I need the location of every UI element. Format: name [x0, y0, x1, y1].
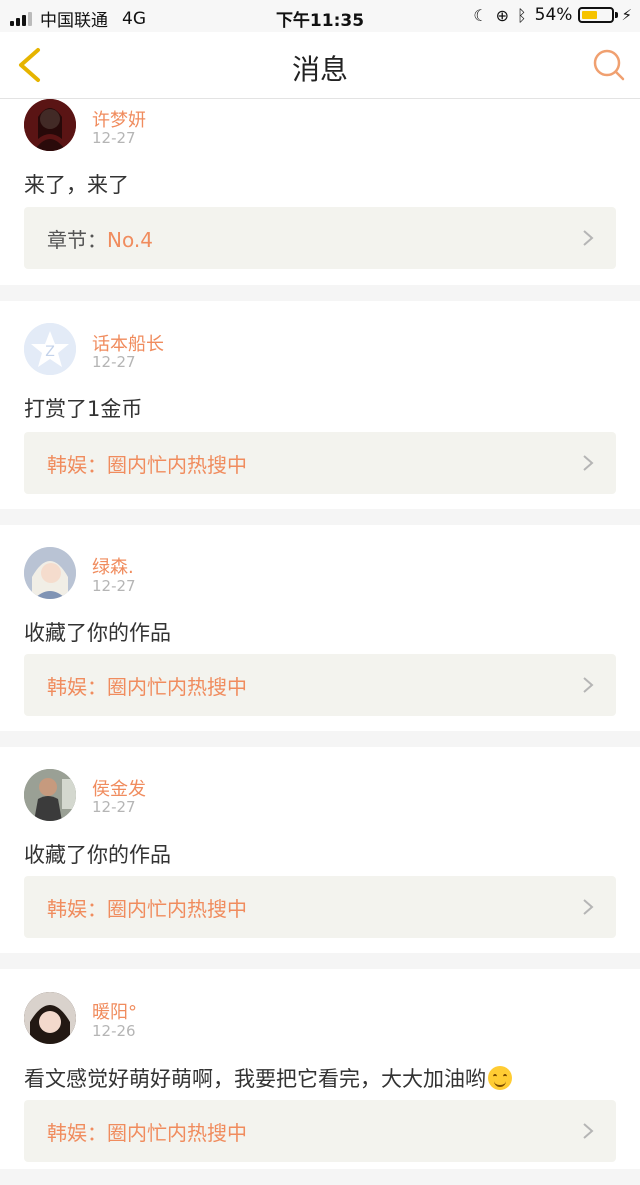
message-card[interactable]: 侯金发 12-27 收藏了你的作品 韩娱：圈内忙内热搜中	[0, 747, 640, 953]
referenced-work[interactable]: 韩娱：圈内忙内热搜中	[24, 654, 616, 716]
username[interactable]: 绿森.	[92, 553, 134, 579]
battery-percent: 54%	[534, 5, 573, 25]
status-right: ☾ ⊕ ᛒ 54% ⚡	[465, 5, 632, 25]
ref-value: 圈内忙内热搜中	[107, 453, 247, 477]
avatar[interactable]	[24, 769, 76, 821]
ref-prefix: 章节：	[47, 228, 107, 252]
nav-bar: 消息	[0, 32, 640, 99]
orientation-lock-icon: ⊕	[495, 5, 510, 25]
message-date: 12-26	[92, 1022, 136, 1040]
message-text-content: 看文感觉好萌好萌啊，我要把它看完，大大加油哟	[24, 1067, 486, 1091]
referenced-work-title: 韩娱：圈内忙内热搜中	[47, 449, 247, 478]
referenced-work-title: 章节：No.4	[47, 224, 153, 253]
message-card[interactable]: 暖阳° 12-26 看文感觉好萌好萌啊，我要把它看完，大大加油哟 韩娱：圈内忙内…	[0, 969, 640, 1169]
message-date: 12-27	[92, 798, 136, 816]
ref-value: 圈内忙内热搜中	[107, 1121, 247, 1145]
ref-value: 圈内忙内热搜中	[107, 675, 247, 699]
message-date: 12-27	[92, 577, 136, 595]
avatar[interactable]	[24, 992, 76, 1044]
message-text: 打赏了1金币	[24, 397, 143, 421]
page-title: 消息	[291, 53, 348, 86]
username[interactable]: 暖阳°	[92, 998, 137, 1024]
message-card[interactable]: Z 话本船长 12-27 打赏了1金币 韩娱：圈内忙内热搜中	[0, 301, 640, 509]
smile-emoji-icon	[488, 1066, 512, 1090]
ref-prefix: 韩娱：	[47, 675, 107, 699]
message-text: 来了，来了	[24, 173, 129, 197]
avatar[interactable]	[24, 547, 76, 599]
message-text: 收藏了你的作品	[24, 843, 171, 867]
referenced-work-title: 韩娱：圈内忙内热搜中	[47, 671, 247, 700]
chevron-right-icon	[583, 899, 594, 915]
message-date: 12-27	[92, 353, 136, 371]
moon-icon: ☾	[473, 5, 488, 25]
avatar[interactable]	[24, 99, 76, 151]
referenced-work[interactable]: 章节：No.4	[24, 207, 616, 269]
ref-value: 圈内忙内热搜中	[107, 897, 247, 921]
battery-tip	[615, 12, 619, 18]
chevron-right-icon	[583, 455, 594, 471]
message-text: 看文感觉好萌好萌啊，我要把它看完，大大加油哟	[24, 1063, 512, 1093]
ref-value: No.4	[107, 228, 153, 252]
chevron-right-icon	[583, 1123, 594, 1139]
referenced-work[interactable]: 韩娱：圈内忙内热搜中	[24, 432, 616, 494]
search-icon[interactable]	[592, 48, 626, 82]
message-text: 收藏了你的作品	[24, 621, 171, 645]
referenced-work-title: 韩娱：圈内忙内热搜中	[47, 893, 247, 922]
chevron-right-icon	[583, 677, 594, 693]
ref-prefix: 韩娱：	[47, 897, 107, 921]
battery-icon	[578, 7, 615, 23]
referenced-work[interactable]: 韩娱：圈内忙内热搜中	[24, 1100, 616, 1162]
avatar[interactable]: Z	[24, 323, 76, 375]
message-date: 12-27	[92, 129, 136, 147]
status-bar: 中国联通 4G 下午11:35 ☾ ⊕ ᛒ 54% ⚡	[0, 0, 640, 32]
ref-prefix: 韩娱：	[47, 453, 107, 477]
bluetooth-icon: ᛒ	[517, 5, 527, 25]
referenced-work[interactable]: 韩娱：圈内忙内热搜中	[24, 876, 616, 938]
referenced-work-title: 韩娱：圈内忙内热搜中	[47, 1117, 247, 1146]
charging-icon: ⚡	[621, 6, 632, 24]
message-list: 许梦妍 12-27 来了，来了 章节：No.4 Z 话本船长 12-27 打赏了…	[0, 99, 640, 1185]
chevron-right-icon	[583, 230, 594, 246]
message-card[interactable]: 绿森. 12-27 收藏了你的作品 韩娱：圈内忙内热搜中	[0, 525, 640, 731]
svg-text:Z: Z	[45, 344, 55, 360]
ref-prefix: 韩娱：	[47, 1121, 107, 1145]
message-card[interactable]: 许梦妍 12-27 来了，来了 章节：No.4	[0, 99, 640, 285]
